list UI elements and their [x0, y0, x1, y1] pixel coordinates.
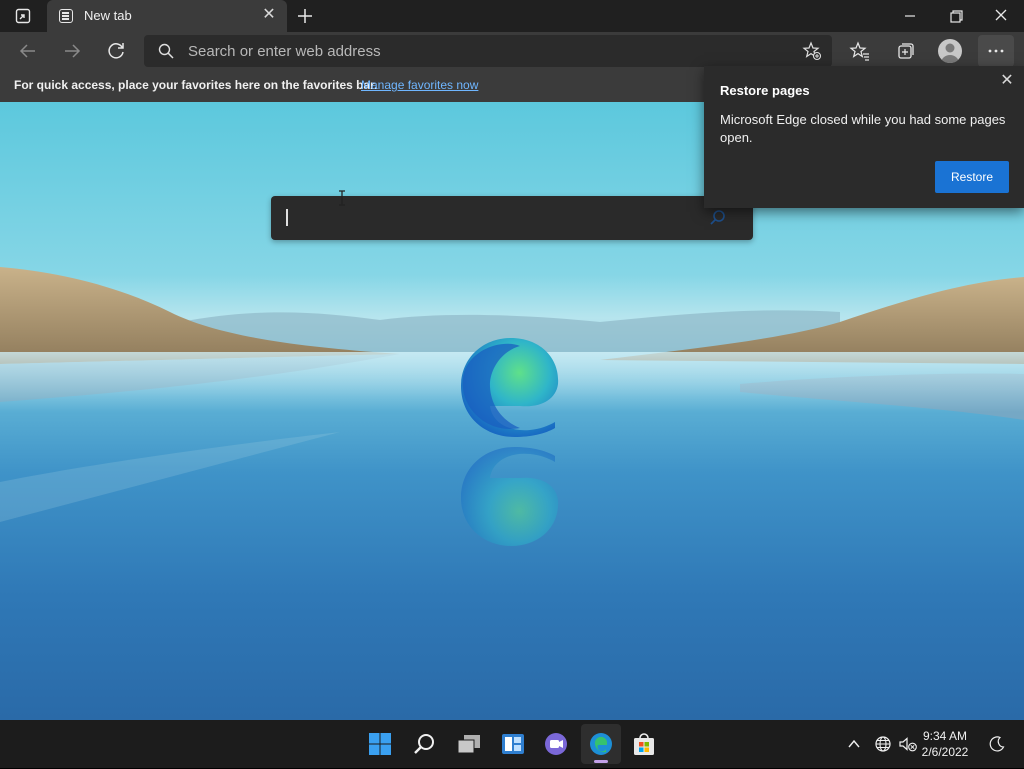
restore-button[interactable]	[942, 4, 970, 28]
minimize-button[interactable]	[896, 4, 924, 28]
popup-close-icon[interactable]: ✕	[998, 72, 1016, 90]
show-hidden-icons-chevron-icon[interactable]	[846, 736, 862, 752]
start-button[interactable]	[367, 731, 393, 757]
forward-button[interactable]	[56, 35, 88, 67]
new-tab-button[interactable]	[294, 4, 316, 28]
add-favorite-icon[interactable]	[802, 41, 822, 61]
teams-chat-icon[interactable]	[543, 731, 569, 757]
popup-message: Microsoft Edge closed while you had some…	[720, 112, 1006, 145]
clock-date: 2/6/2022	[921, 745, 969, 759]
restore-pages-popup: Restore pages ✕ Microsoft Edge closed wh…	[704, 66, 1024, 208]
new-tab-icon	[59, 9, 73, 23]
edge-logo-reflection	[461, 447, 559, 546]
manage-favorites-link[interactable]: Manage favorites now	[361, 78, 478, 92]
restore-button-popup[interactable]: Restore	[935, 161, 1009, 193]
address-bar[interactable]: Search or enter web address	[144, 35, 832, 67]
tab-new-tab[interactable]: New tab ✕	[47, 0, 287, 32]
microsoft-store-icon[interactable]	[631, 731, 657, 757]
system-clock[interactable]: 9:34 AM 2/6/2022	[910, 728, 980, 760]
popup-title: Restore pages	[720, 83, 810, 98]
page-search-icon[interactable]	[709, 209, 727, 227]
edge-logo-icon	[461, 338, 559, 437]
close-window-button[interactable]	[987, 4, 1015, 28]
profile-avatar[interactable]	[938, 39, 962, 63]
active-app-indicator	[594, 760, 608, 763]
refresh-button[interactable]	[100, 35, 132, 67]
settings-more-button[interactable]	[978, 35, 1014, 67]
favorites-button[interactable]	[844, 35, 876, 67]
clock-time: 9:34 AM	[922, 729, 968, 743]
favorites-bar-message: For quick access, place your favorites h…	[14, 78, 378, 92]
back-button[interactable]	[12, 35, 44, 67]
text-cursor-icon	[337, 190, 347, 206]
focus-assist-moon-icon[interactable]	[988, 735, 1006, 753]
task-view-icon[interactable]	[455, 731, 483, 757]
tab-actions-icon[interactable]	[14, 7, 32, 25]
text-caret	[286, 209, 288, 226]
collections-button[interactable]	[889, 35, 921, 67]
taskbar-edge-button[interactable]	[581, 724, 621, 764]
network-globe-icon[interactable]	[874, 735, 892, 753]
tab-title: New tab	[84, 8, 132, 23]
search-icon	[158, 43, 174, 59]
widgets-icon[interactable]	[500, 731, 526, 757]
taskbar-search-icon[interactable]	[412, 731, 438, 757]
tab-close-icon[interactable]: ✕	[259, 5, 279, 25]
address-placeholder: Search or enter web address	[188, 43, 381, 60]
